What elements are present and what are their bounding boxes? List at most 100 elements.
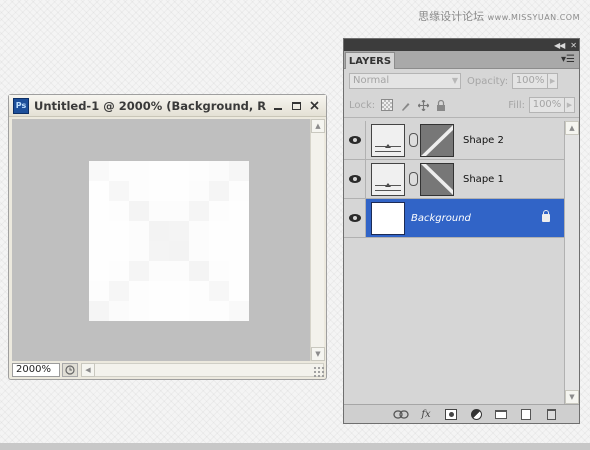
scroll-up-arrow-icon[interactable]: ▲: [565, 121, 579, 135]
scroll-down-arrow-icon[interactable]: ▼: [311, 347, 325, 361]
layers-scrollbar[interactable]: ▲ ▼: [564, 121, 579, 404]
vector-mask-thumbnail[interactable]: [420, 162, 454, 196]
fill-field[interactable]: 100%: [529, 97, 565, 113]
canvas-pixel: [89, 181, 109, 201]
opacity-arrow-icon[interactable]: ▶: [548, 73, 559, 89]
lock-move-icon[interactable]: [417, 99, 429, 111]
document-title: Untitled-1 @ 2000% (Background, RG...: [34, 98, 266, 113]
link-layers-icon[interactable]: [393, 407, 409, 421]
canvas-pixel: [209, 181, 229, 201]
canvas-pixel: [189, 301, 209, 321]
vector-mask-thumbnail[interactable]: [420, 123, 454, 157]
canvas-pixel: [209, 241, 229, 261]
link-icon[interactable]: [409, 172, 418, 186]
maximize-button[interactable]: [289, 99, 303, 113]
opacity-field[interactable]: 100%: [512, 73, 549, 89]
fill-arrow-icon[interactable]: ▶: [565, 97, 575, 113]
layer-name: Background: [411, 212, 471, 224]
document-status-bar: 2000% ◀: [12, 362, 324, 378]
lock-brush-icon[interactable]: [399, 99, 411, 111]
layers-list: Shape 2 Shape 1 Background: [344, 121, 564, 404]
canvas-pixel: [89, 261, 109, 281]
adjustment-layer-icon[interactable]: [468, 407, 484, 421]
visibility-toggle[interactable]: [344, 160, 366, 198]
canvas-pixel: [129, 241, 149, 261]
lock-transparency-icon[interactable]: [381, 99, 394, 111]
new-group-icon[interactable]: [493, 407, 509, 421]
canvas-pixel: [169, 181, 189, 201]
canvas-pixel: [89, 161, 109, 181]
layer-lock-icon: [542, 210, 550, 222]
status-info-button[interactable]: [62, 363, 78, 377]
canvas-pixel: [189, 181, 209, 201]
canvas-pixel: [189, 161, 209, 181]
visibility-toggle[interactable]: [344, 121, 366, 159]
visibility-toggle[interactable]: [344, 199, 366, 237]
minimize-icon: [274, 107, 282, 110]
blend-mode-value: Normal: [353, 75, 390, 86]
panel-topbar[interactable]: ◀◀ ✕: [344, 39, 579, 51]
canvas-pixel: [209, 281, 229, 301]
canvas-pixel: [169, 201, 189, 221]
new-layer-icon[interactable]: [518, 407, 534, 421]
lock-all-icon[interactable]: [435, 99, 447, 111]
canvas-pixel: [169, 221, 189, 241]
canvas-pixel: [109, 201, 129, 221]
canvas-pixel: [129, 301, 149, 321]
canvas-pixel: [189, 241, 209, 261]
layer-row-selected[interactable]: Background: [344, 199, 564, 238]
canvas-pixel: [229, 241, 249, 261]
blend-mode-select[interactable]: Normal ▼: [349, 73, 461, 89]
canvas-pixel: [149, 261, 169, 281]
delete-layer-icon[interactable]: [543, 407, 559, 421]
scroll-left-arrow-icon[interactable]: ◀: [81, 363, 95, 377]
canvas-pixel: [89, 201, 109, 221]
maximize-icon: [291, 101, 301, 110]
scroll-up-arrow-icon[interactable]: ▲: [311, 119, 325, 133]
canvas-pixel: [209, 261, 229, 281]
canvas-pixel: [149, 301, 169, 321]
zoom-level-field[interactable]: 2000%: [12, 363, 60, 377]
canvas-image[interactable]: [89, 161, 249, 321]
tab-layers[interactable]: LAYERS: [345, 52, 395, 69]
canvas-pixel: [189, 221, 209, 241]
scroll-down-arrow-icon[interactable]: ▼: [565, 390, 579, 404]
canvas-pixel: [209, 221, 229, 241]
canvas-pixel: [149, 201, 169, 221]
lock-label: Lock:: [349, 99, 376, 111]
canvas-pixel: [169, 301, 189, 321]
minimize-button[interactable]: [271, 99, 285, 113]
canvas-pixel: [109, 181, 129, 201]
canvas-pixel: [229, 221, 249, 241]
canvas-pixel: [169, 261, 189, 281]
canvas-pixel: [89, 281, 109, 301]
fill-label: Fill:: [508, 99, 525, 111]
collapse-panel-icon[interactable]: ◀◀: [554, 41, 565, 50]
link-icon[interactable]: [409, 133, 418, 147]
layer-thumbnail: [371, 162, 405, 196]
panel-menu-icon[interactable]: ▾☰: [561, 54, 575, 65]
close-button[interactable]: [307, 99, 321, 113]
vertical-scrollbar[interactable]: ▲ ▼: [310, 119, 325, 361]
window-controls: [267, 99, 321, 113]
canvas-pixel: [229, 181, 249, 201]
horizontal-scrollbar[interactable]: ◀: [81, 363, 324, 377]
close-panel-icon[interactable]: ✕: [570, 41, 577, 50]
canvas-pixel: [209, 201, 229, 221]
canvas-pixel: [149, 161, 169, 181]
add-mask-icon[interactable]: [443, 407, 459, 421]
canvas-pixel: [129, 181, 149, 201]
canvas-pixel: [169, 281, 189, 301]
canvas-area[interactable]: [12, 119, 310, 361]
resize-grip-icon[interactable]: [313, 366, 324, 377]
blend-row: Normal ▼ Opacity: 100% ▶: [344, 69, 579, 93]
watermark-text: 思缘设计论坛: [418, 10, 485, 23]
bottom-strip: [0, 443, 590, 450]
canvas-pixel: [149, 181, 169, 201]
fx-icon[interactable]: fx: [418, 407, 434, 421]
document-titlebar[interactable]: Ps Untitled-1 @ 2000% (Background, RG...: [9, 95, 326, 117]
layer-row[interactable]: Shape 2: [344, 121, 564, 160]
layer-row[interactable]: Shape 1: [344, 160, 564, 199]
canvas-pixel: [129, 261, 149, 281]
layer-thumbnail: [371, 123, 405, 157]
